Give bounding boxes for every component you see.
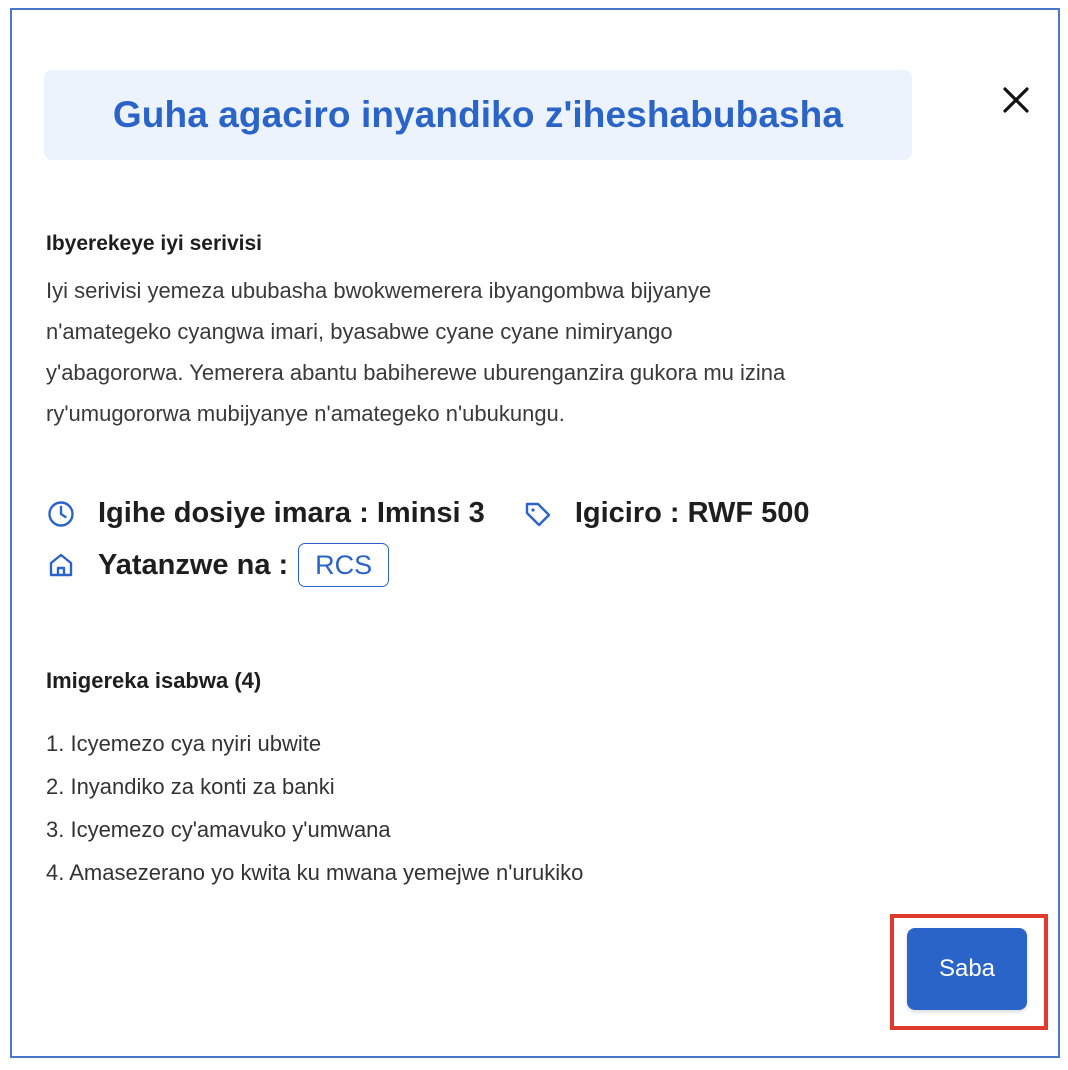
list-item: 3. Icyemezo cy'amavuko y'umwana — [46, 817, 391, 842]
service-dialog: Guha agaciro inyandiko z'iheshabubasha I… — [10, 8, 1060, 1058]
apply-button[interactable]: Saba — [907, 928, 1027, 1010]
price: Igiciro : RWF 500 — [574, 497, 810, 529]
meta-row-provider: Yatanzwe na : RCS — [46, 543, 390, 587]
list-item: 4. Amasezerano yo kwita ku mwana yemejwe… — [46, 860, 584, 885]
about-line: ry'umugororwa mubijyanye n'amategeko n'u… — [46, 401, 565, 426]
list-item: 1. Icyemezo cya nyiri ubwite — [46, 731, 322, 756]
about-line: n'amategeko cyangwa imari, byasabwe cyan… — [46, 319, 673, 344]
tag-icon — [523, 499, 553, 529]
clock-icon — [46, 499, 76, 529]
meta-row-time-price: Igihe dosiye imara : Iminsi 3 Igiciro : … — [46, 497, 810, 530]
dialog-title: Guha agaciro inyandiko z'iheshabubasha — [112, 94, 844, 135]
processing-time: Igihe dosiye imara : Iminsi 3 — [98, 497, 485, 529]
close-icon — [1003, 87, 1029, 113]
dialog-title-box: Guha agaciro inyandiko z'iheshabubasha — [44, 70, 912, 160]
provider-label: Yatanzwe na : — [98, 548, 289, 581]
about-text: Iyi serivisi yemeza ububasha bwokwemerer… — [46, 270, 1026, 434]
home-icon — [46, 550, 76, 580]
about-heading: Ibyerekeye iyi serivisi — [46, 232, 262, 255]
close-button[interactable] — [996, 80, 1036, 120]
about-line: Iyi serivisi yemeza ububasha bwokwemerer… — [46, 278, 712, 303]
requirements-heading: Imigereka isabwa (4) — [46, 668, 262, 693]
about-line: y'abagororwa. Yemerera abantu babiherewe… — [46, 360, 786, 385]
list-item: 2. Inyandiko za konti za banki — [46, 774, 335, 799]
requirements-list: 1. Icyemezo cya nyiri ubwite 2. Inyandik… — [46, 722, 583, 894]
provider-badge: RCS — [298, 543, 390, 587]
